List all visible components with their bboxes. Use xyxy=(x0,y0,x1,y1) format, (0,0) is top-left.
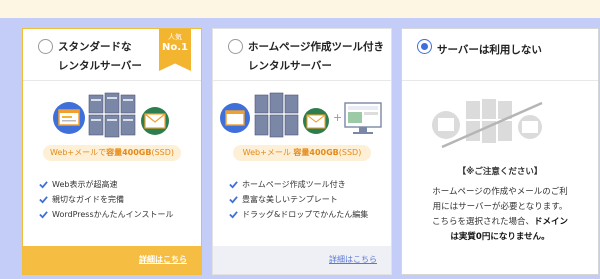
monitor-icon xyxy=(344,102,382,134)
pill-strong: 容量400GB xyxy=(293,148,339,157)
no-server-illustration xyxy=(402,95,598,149)
feature-item: WordPressかんたんインストール xyxy=(39,207,173,222)
pill-suffix: (SSD) xyxy=(151,148,175,157)
plan-card-builder[interactable]: ホームページ作成ツール付き レンタルサーバー + Web+メール 容量400GB… xyxy=(212,28,392,275)
plan-card-footer: 詳細はこちら xyxy=(23,246,201,274)
badge-top-text: 人気 xyxy=(168,33,182,41)
feature-item: ドラッグ&ドロップでかんたん編集 xyxy=(229,207,368,222)
server-mail-tool-illustration: + xyxy=(213,91,391,143)
plan-title-line1: ホームページ作成ツール付き xyxy=(248,41,384,53)
badge-main-text: No.1 xyxy=(162,42,188,53)
plan-card-no-server[interactable]: サーバーは利用しない 【※ご注意ください】 ホームページの作成やメールのご利 用… xyxy=(401,28,599,275)
plan-title: サーバーは利用しない xyxy=(437,41,542,60)
top-banner-strip xyxy=(0,0,600,18)
notice-strong-text: ドメイン xyxy=(534,217,569,227)
plan-card-footer: 詳細はこちら xyxy=(213,246,391,274)
feature-text: ドラッグ&ドロップでかんたん編集 xyxy=(242,210,369,219)
plan-title: ホームページ作成ツール付き レンタルサーバー xyxy=(248,38,384,76)
feature-item: ホームページ作成ツール付き xyxy=(229,177,368,192)
notice-heading: 【※ご注意ください】 xyxy=(457,167,543,177)
plan-radio-no-server[interactable] xyxy=(417,39,432,54)
plan-title-line1: スタンダードな xyxy=(58,41,132,53)
plan-title: スタンダードな レンタルサーバー xyxy=(58,38,142,76)
details-link[interactable]: 詳細はこちら xyxy=(139,255,187,264)
plan-title-line2: レンタルサーバー xyxy=(248,60,332,72)
feature-item: 親切なガイドを完備 xyxy=(39,192,173,207)
plan-radio-builder[interactable] xyxy=(228,39,243,54)
notice-line: は実質0円になりません。 xyxy=(450,232,550,242)
plan-title-line2: レンタルサーバー xyxy=(58,60,142,72)
check-icon xyxy=(39,211,48,219)
server-disabled-icon xyxy=(432,99,542,143)
pill-suffix: (SSD) xyxy=(338,148,362,157)
notice-block: 【※ご注意ください】 ホームページの作成やメールのご利 用にはサーバーが必要とな… xyxy=(402,165,598,245)
plus-icon: + xyxy=(333,111,342,124)
storage-pill: Web+メールで容量400GB(SSD) xyxy=(43,145,181,161)
notice-line: ホームページの作成やメールのご利 xyxy=(432,187,568,197)
storage-pill: Web+メール 容量400GB(SSD) xyxy=(233,145,371,161)
plan-card-header: ホームページ作成ツール付き レンタルサーバー xyxy=(213,29,391,81)
plan-card-header: サーバーは利用しない xyxy=(402,29,598,81)
plan-title-line1: サーバーは利用しない xyxy=(437,44,542,56)
feature-list: ホームページ作成ツール付き 豊富な美しいテンプレート ドラッグ&ドロップでかんた… xyxy=(229,177,368,222)
notice-line: こちらを選択された場合、ドメイン xyxy=(410,215,590,230)
browser-bubble-icon xyxy=(53,102,85,134)
server-mail-illustration xyxy=(23,91,201,143)
plan-radio-standard[interactable] xyxy=(38,39,53,54)
feature-item: 豊富な美しいテンプレート xyxy=(229,192,368,207)
browser-bubble-icon xyxy=(220,103,250,133)
feature-text: 豊富な美しいテンプレート xyxy=(242,195,338,204)
mail-bubble-icon xyxy=(141,107,169,135)
mail-bubble-icon xyxy=(303,108,329,134)
pill-prefix: Web+メール xyxy=(242,148,291,157)
notice-line: 用にはサーバーが必要となります。 xyxy=(432,202,568,212)
plan-card-standard[interactable]: スタンダードな レンタルサーバー 人気 No.1 Web+メールで容量400GB… xyxy=(22,28,202,275)
feature-list: Web表示が超高速 親切なガイドを完備 WordPressかんたんインストール xyxy=(39,177,173,222)
pill-prefix: Web+メールで xyxy=(49,148,107,157)
notice-line-text: こちらを選択された場合、 xyxy=(431,217,534,227)
check-icon xyxy=(39,181,48,189)
feature-text: ホームページ作成ツール付き xyxy=(242,180,346,189)
feature-text: Web表示が超高速 xyxy=(52,180,118,189)
feature-text: 親切なガイドを完備 xyxy=(52,195,124,204)
server-rack-icon xyxy=(254,92,299,138)
check-icon xyxy=(229,211,238,219)
check-icon xyxy=(229,181,238,189)
check-icon xyxy=(39,196,48,204)
pill-strong: 容量400GB xyxy=(106,148,152,157)
check-icon xyxy=(229,196,238,204)
feature-text: WordPressかんたんインストール xyxy=(52,210,174,219)
feature-item: Web表示が超高速 xyxy=(39,177,173,192)
details-link[interactable]: 詳細はこちら xyxy=(329,255,377,264)
